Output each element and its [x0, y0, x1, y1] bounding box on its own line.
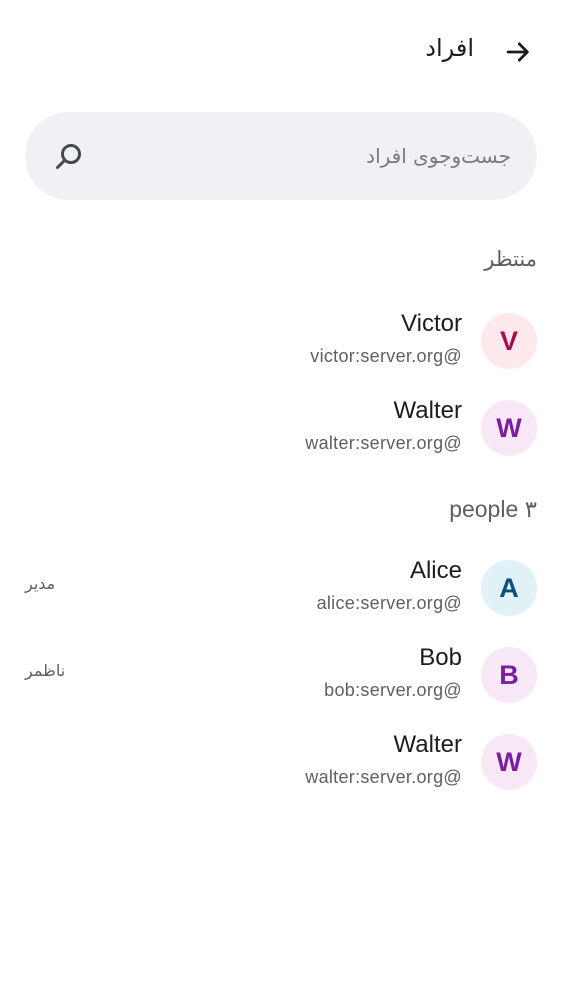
power-level-badge: مدیر [25, 574, 56, 593]
page-title: افراد [425, 34, 474, 62]
avatar: V [481, 313, 537, 369]
search-input[interactable] [125, 112, 511, 200]
member-id: bob:server.org@ [324, 680, 462, 700]
member-row[interactable]: W Walter walter:server.org@ [0, 722, 562, 802]
member-row[interactable]: A Alice alice:server.org@ مدیر [0, 548, 562, 628]
avatar: W [481, 734, 537, 790]
member-row[interactable]: W Walter walter:server.org@ [0, 388, 562, 468]
member-id: victor:server.org@ [310, 346, 462, 366]
section-header-pending: منتظر [484, 247, 537, 271]
search-icon [56, 144, 81, 169]
member-row[interactable]: V Victor victor:server.org@ [0, 301, 562, 381]
member-id: alice:server.org@ [316, 593, 462, 613]
member-name: Victor [401, 310, 462, 337]
member-name: Bob [419, 644, 462, 671]
section-header-joined: people ۳ [449, 496, 537, 522]
member-id: walter:server.org@ [305, 767, 462, 787]
avatar: W [481, 400, 537, 456]
arrow-right-icon [506, 42, 529, 62]
avatar: A [481, 560, 537, 616]
search-bar[interactable] [25, 112, 537, 200]
member-id: walter:server.org@ [305, 433, 462, 453]
member-row[interactable]: B Bob bob:server.org@ ناظمر [0, 635, 562, 715]
member-name: Alice [409, 557, 462, 584]
back-button[interactable] [498, 32, 538, 72]
avatar: B [481, 647, 537, 703]
power-level-badge: ناظمر [25, 661, 66, 680]
member-name: Walter [393, 397, 462, 424]
top-app-bar: افراد [0, 0, 562, 100]
member-name: Walter [393, 731, 462, 758]
